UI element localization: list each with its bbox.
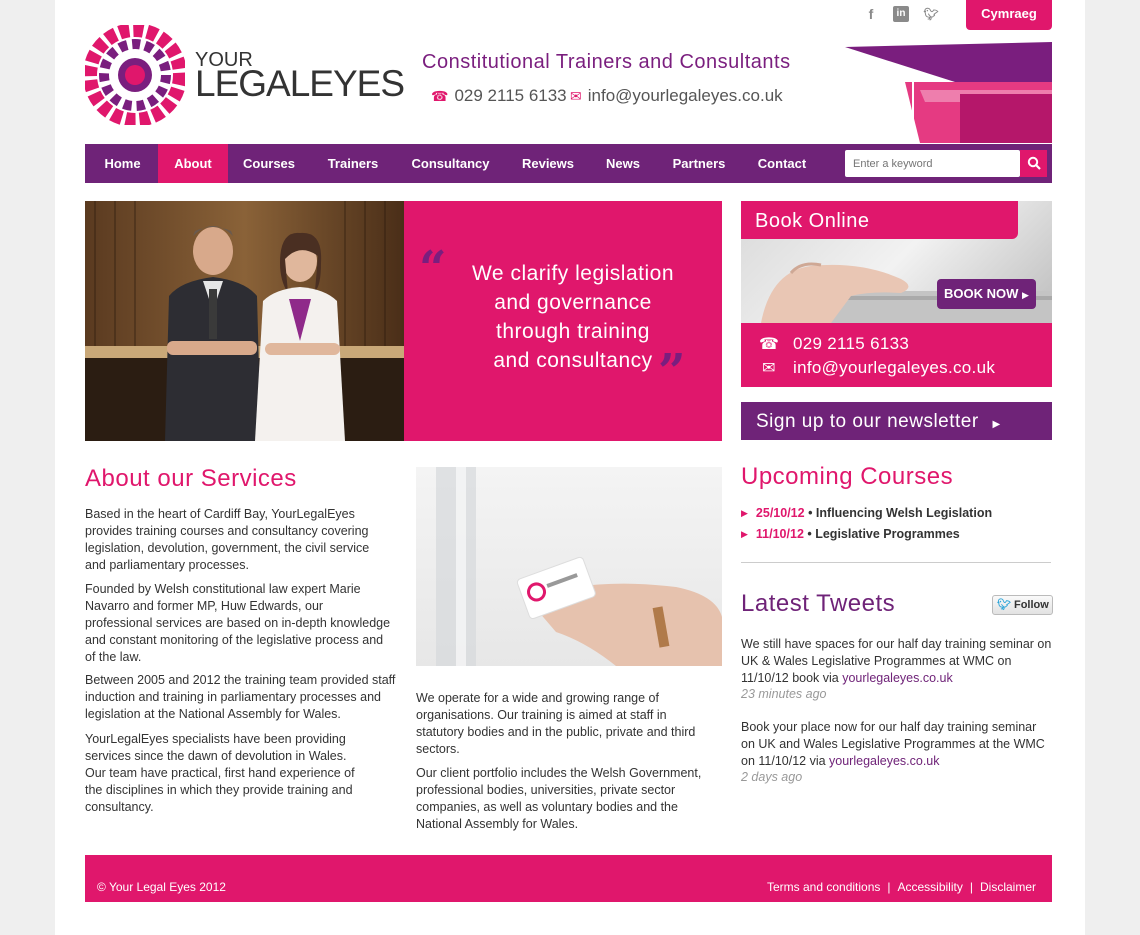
twitter-icon[interactable]: 🐦︎ (923, 6, 939, 22)
tweet-time: 23 minutes ago (741, 687, 827, 701)
close-quote-icon: ” (658, 344, 686, 400)
tweet-link[interactable]: yourlegaleyes.co.uk (829, 754, 939, 768)
twitter-icon: 🐦︎ (997, 599, 1011, 611)
tweet-time: 2 days ago (741, 770, 803, 784)
header-email[interactable]: ✉ info@yourlegaleyes.co.uk (570, 86, 783, 106)
footer-links: Terms and conditions | Accessibility | D… (767, 880, 1036, 894)
search-box (845, 150, 1020, 177)
cymraeg-button[interactable]: Cymraeg (966, 0, 1052, 30)
book-online-title: Book Online (741, 201, 1018, 239)
copyright: © Your Legal Eyes 2012 (97, 880, 226, 894)
footer: © Your Legal Eyes 2012 Terms and conditi… (85, 855, 1052, 902)
site-logo[interactable]: YOUR LEGALEYES (85, 25, 405, 125)
about-paragraph: Our client portfolio includes the Welsh … (416, 766, 702, 831)
tweet: We still have spaces for our half day tr… (741, 636, 1053, 687)
quote-line: and governance (494, 291, 652, 314)
site-tagline: Constitutional Trainers and Consultants (422, 51, 791, 73)
book-phone-text: 029 2115 6133 (793, 334, 910, 353)
about-paragraph: YourLegalEyes specialists have been prov… (85, 732, 355, 814)
course-bullet: • (804, 506, 816, 520)
caret-right-icon: ▶ (992, 419, 1001, 430)
footer-link-terms[interactable]: Terms and conditions (767, 880, 880, 894)
quote-line: through training (496, 320, 650, 343)
search-icon (1027, 156, 1041, 170)
divider (741, 562, 1051, 563)
book-now-label: BOOK NOW (944, 286, 1019, 301)
page: YOUR LEGALEYES Constitutional Trainers a… (55, 0, 1085, 935)
follow-label: Follow (1013, 599, 1049, 611)
trainers-photo (85, 201, 404, 441)
newsletter-button[interactable]: Sign up to our newsletter ▶ (741, 402, 1052, 440)
search-input[interactable] (845, 150, 1015, 177)
nav-about[interactable]: About (158, 144, 228, 183)
nav-reviews[interactable]: Reviews (513, 144, 583, 183)
nav-home[interactable]: Home (95, 144, 150, 183)
logo-eye-icon (85, 25, 185, 125)
book-email[interactable]: ✉ info@yourlegaleyes.co.uk (759, 358, 995, 378)
nav-partners[interactable]: Partners (663, 144, 735, 183)
mail-icon: ✉ (762, 360, 776, 377)
nav-consultancy[interactable]: Consultancy (403, 144, 498, 183)
search-button[interactable] (1020, 150, 1047, 177)
header-phone-text: 029 2115 6133 (454, 86, 567, 105)
about-paragraph: Based in the heart of Cardiff Bay, YourL… (85, 507, 370, 572)
logo-legaleyes: LEGALEYES (195, 63, 405, 104)
twitter-follow-button[interactable]: 🐦︎ Follow (992, 595, 1053, 615)
book-phone: ☎ 029 2115 6133 (759, 334, 909, 354)
hero-quote-panel: “ We clarify legislation and governance … (404, 201, 722, 441)
footer-separator: | (887, 880, 891, 894)
header-decoration (845, 42, 1052, 143)
phone-icon: ☎ (431, 87, 449, 104)
tweets-heading: Latest Tweets (741, 590, 896, 617)
nav-courses[interactable]: Courses (235, 144, 303, 183)
about-heading: About our Services (85, 465, 297, 492)
header-phone: ☎ 029 2115 6133 (431, 86, 567, 106)
quote-line: We clarify legislation (471, 262, 675, 285)
course-title: Legislative Programmes (815, 527, 960, 541)
course-date: 11/10/12 (755, 527, 804, 541)
nav-contact[interactable]: Contact (749, 144, 815, 183)
course-bullet: • (803, 527, 816, 541)
newsletter-label: Sign up to our newsletter (756, 411, 979, 432)
business-card-image (436, 467, 722, 666)
hero-photo (85, 201, 404, 441)
phone-icon: ☎ (759, 336, 780, 353)
header-email-text: info@yourlegaleyes.co.uk (587, 86, 783, 105)
social-links: f in 🐦︎ (863, 6, 939, 22)
course-date: 25/10/12 (755, 506, 805, 520)
linkedin-icon[interactable]: in (893, 6, 909, 22)
course-item[interactable]: ▶ 11/10/12 • Legislative Programmes (741, 527, 960, 541)
footer-separator: | (969, 880, 973, 894)
tweet: Book your place now for our half day tra… (741, 719, 1053, 770)
facebook-icon[interactable]: f (863, 6, 879, 22)
book-online-panel: Book Online BOOK NOW ▶ ☎ 029 2115 6133 ✉… (741, 201, 1052, 387)
caret-right-icon: ▶ (741, 528, 748, 539)
book-now-button[interactable]: BOOK NOW ▶ (937, 279, 1036, 309)
about-paragraph: We operate for a wide and growing range … (416, 691, 696, 756)
main-nav: Home About Courses Trainers Consultancy … (85, 144, 1052, 183)
footer-link-accessibility[interactable]: Accessibility (898, 880, 963, 894)
caret-right-icon: ▶ (741, 507, 748, 518)
about-paragraph: Founded by Welsh constitutional law expe… (85, 582, 391, 664)
course-item[interactable]: ▶ 25/10/12 • Influencing Welsh Legislati… (741, 506, 992, 520)
caret-right-icon: ▶ (1022, 290, 1029, 300)
course-title: Influencing Welsh Legislation (815, 506, 993, 520)
nav-news[interactable]: News (597, 144, 649, 183)
tweet-link[interactable]: yourlegaleyes.co.uk (842, 671, 952, 685)
book-email-text: info@yourlegaleyes.co.uk (793, 358, 996, 377)
footer-link-disclaimer[interactable]: Disclaimer (980, 880, 1036, 894)
nav-trainers[interactable]: Trainers (317, 144, 389, 183)
courses-heading: Upcoming Courses (741, 463, 954, 490)
mail-icon: ✉ (570, 87, 582, 104)
about-paragraph: Between 2005 and 2012 the training team … (85, 673, 396, 721)
business-card-photo (416, 467, 722, 666)
